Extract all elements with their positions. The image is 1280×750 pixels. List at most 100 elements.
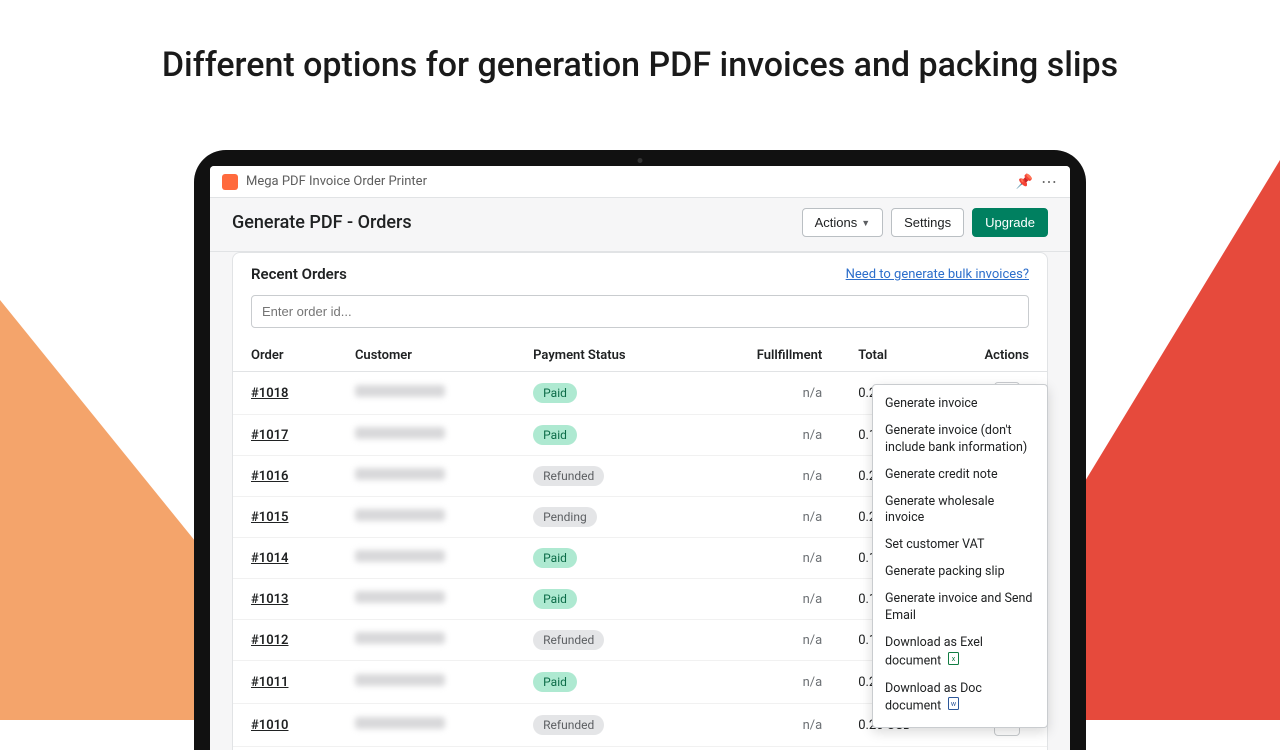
customer-cell: [337, 704, 515, 747]
fulfillment-cell: n/a: [697, 538, 841, 579]
page-title: Generate PDF - Orders: [232, 212, 802, 233]
table-row: #1009Paidn/a0.30 USD⋯: [233, 747, 1047, 750]
status-badge: Refunded: [533, 466, 604, 486]
customer-cell: [337, 538, 515, 579]
payment-status-cell: Paid: [515, 415, 697, 456]
blurred-text: [355, 717, 445, 729]
order-link[interactable]: #1014: [251, 551, 288, 566]
payment-status-cell: Paid: [515, 538, 697, 579]
camera-dot: [638, 158, 643, 163]
total-cell: 0.30 USD: [840, 747, 966, 750]
customer-cell: [337, 747, 515, 750]
blurred-text: [355, 550, 445, 562]
blurred-text: [355, 509, 445, 521]
customer-cell: [337, 497, 515, 538]
menu-generate-packing-slip[interactable]: Generate packing slip: [873, 559, 1047, 586]
app-header: Mega PDF Invoice Order Printer 📌 ⋯: [210, 166, 1070, 198]
actions-button-label: Actions: [815, 215, 858, 230]
col-customer: Customer: [337, 338, 515, 372]
col-payment: Payment Status: [515, 338, 697, 372]
word-file-icon: w: [948, 697, 959, 716]
payment-status-cell: Pending: [515, 497, 697, 538]
blurred-text: [355, 674, 445, 686]
app-title: Mega PDF Invoice Order Printer: [246, 174, 1008, 189]
blurred-text: [355, 385, 445, 397]
order-link[interactable]: #1017: [251, 428, 288, 443]
fulfillment-cell: n/a: [697, 661, 841, 704]
payment-status-cell: Paid: [515, 661, 697, 704]
customer-cell: [337, 372, 515, 415]
row-actions-dropdown: Generate invoice Generate invoice (don't…: [872, 384, 1048, 728]
menu-download-doc[interactable]: Download as Doc document w: [873, 676, 1047, 722]
payment-status-cell: Paid: [515, 372, 697, 415]
fulfillment-cell: n/a: [697, 620, 841, 661]
order-link[interactable]: #1018: [251, 386, 288, 401]
order-link[interactable]: #1012: [251, 633, 288, 648]
chevron-down-icon: ▼: [861, 218, 870, 228]
app-logo-icon: [222, 174, 238, 190]
col-actions: Actions: [966, 338, 1047, 372]
settings-button[interactable]: Settings: [891, 208, 964, 237]
actions-button[interactable]: Actions ▼: [802, 208, 884, 237]
payment-status-cell: Paid: [515, 747, 697, 750]
fulfillment-cell: n/a: [697, 415, 841, 456]
order-search-input[interactable]: [251, 295, 1029, 328]
customer-cell: [337, 456, 515, 497]
col-total: Total: [840, 338, 966, 372]
status-badge: Refunded: [533, 715, 604, 735]
menu-generate-credit-note[interactable]: Generate credit note: [873, 462, 1047, 489]
order-link[interactable]: #1016: [251, 469, 288, 484]
customer-cell: [337, 579, 515, 620]
fulfillment-cell: n/a: [697, 456, 841, 497]
status-badge: Paid: [533, 548, 577, 568]
blurred-text: [355, 468, 445, 480]
fulfillment-cell: n/a: [697, 372, 841, 415]
svg-text:x: x: [952, 655, 956, 663]
status-badge: Refunded: [533, 630, 604, 650]
status-badge: Pending: [533, 507, 597, 527]
svg-text:w: w: [951, 700, 957, 708]
menu-download-excel[interactable]: Download as Exel document x: [873, 630, 1047, 676]
actions-cell: ⋯: [966, 747, 1047, 750]
app-screen: Mega PDF Invoice Order Printer 📌 ⋯ Gener…: [210, 166, 1070, 750]
laptop-frame: Mega PDF Invoice Order Printer 📌 ⋯ Gener…: [194, 150, 1086, 750]
menu-generate-wholesale[interactable]: Generate wholesale invoice: [873, 489, 1047, 533]
menu-download-doc-label: Download as Doc document: [885, 681, 982, 715]
menu-generate-email[interactable]: Generate invoice and Send Email: [873, 586, 1047, 630]
menu-generate-invoice-nobank[interactable]: Generate invoice (don't include bank inf…: [873, 418, 1047, 462]
menu-generate-invoice[interactable]: Generate invoice: [873, 391, 1047, 418]
card-title: Recent Orders: [251, 265, 846, 283]
search-wrap: [233, 291, 1047, 338]
status-badge: Paid: [533, 383, 577, 403]
fulfillment-cell: n/a: [697, 497, 841, 538]
menu-set-vat[interactable]: Set customer VAT: [873, 532, 1047, 559]
order-link[interactable]: #1011: [251, 675, 288, 690]
customer-cell: [337, 620, 515, 661]
payment-status-cell: Refunded: [515, 620, 697, 661]
page-bar: Generate PDF - Orders Actions ▼ Settings…: [210, 198, 1070, 252]
col-order: Order: [233, 338, 337, 372]
card-header: Recent Orders Need to generate bulk invo…: [233, 253, 1047, 291]
order-link[interactable]: #1015: [251, 510, 288, 525]
header-more-icon[interactable]: ⋯: [1041, 172, 1058, 191]
menu-download-excel-label: Download as Exel document: [885, 635, 983, 669]
blurred-text: [355, 427, 445, 439]
fulfillment-cell: n/a: [697, 579, 841, 620]
page-headline: Different options for generation PDF inv…: [0, 0, 1280, 85]
fulfillment-cell: n/a: [697, 704, 841, 747]
status-badge: Paid: [533, 589, 577, 609]
excel-file-icon: x: [948, 652, 959, 671]
payment-status-cell: Refunded: [515, 456, 697, 497]
pin-icon[interactable]: 📌: [1016, 174, 1033, 190]
bulk-invoices-link[interactable]: Need to generate bulk invoices?: [846, 267, 1029, 282]
order-link[interactable]: #1013: [251, 592, 288, 607]
customer-cell: [337, 415, 515, 456]
blurred-text: [355, 591, 445, 603]
payment-status-cell: Refunded: [515, 704, 697, 747]
upgrade-button[interactable]: Upgrade: [972, 208, 1048, 237]
customer-cell: [337, 661, 515, 704]
col-fulfillment: Fullfillment: [697, 338, 841, 372]
status-badge: Paid: [533, 425, 577, 445]
status-badge: Paid: [533, 672, 577, 692]
fulfillment-cell: n/a: [697, 747, 841, 750]
